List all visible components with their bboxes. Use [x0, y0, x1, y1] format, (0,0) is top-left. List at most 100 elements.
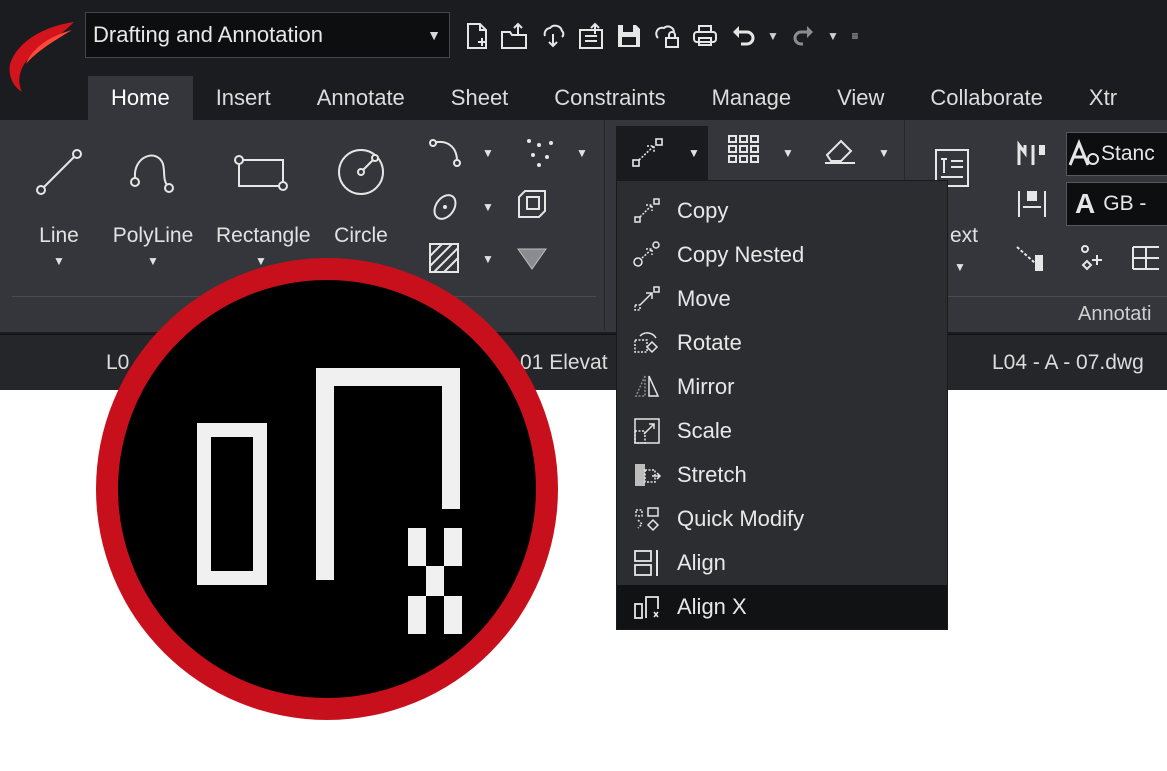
panel-separator	[604, 120, 605, 330]
mirror-icon	[623, 365, 671, 409]
quick-access-toolbar: ▼ ▼ ≡	[460, 16, 864, 56]
chevron-down-icon: ▼	[427, 27, 441, 43]
menu-item-mirror[interactable]: Mirror	[617, 365, 947, 409]
align-x-icon	[197, 368, 462, 634]
smart-leader-icon[interactable]	[1070, 238, 1114, 278]
eraser-icon[interactable]	[818, 130, 862, 170]
save-icon[interactable]	[612, 18, 646, 54]
new-file-icon[interactable]	[460, 18, 494, 54]
chevron-down-icon[interactable]: ▼	[878, 146, 890, 160]
menu-item-label: Align X	[677, 594, 747, 619]
menu-item-label: Scale	[677, 418, 733, 443]
menu-item-copy[interactable]: Copy	[617, 189, 947, 233]
modify-copy-split-button[interactable]: ▼	[616, 126, 708, 180]
rotate-icon	[623, 321, 671, 365]
menu-item-align-x[interactable]: Align X	[617, 585, 947, 629]
menu-item-label: Rotate	[677, 330, 742, 355]
chevron-down-icon[interactable]: ▼	[482, 252, 494, 266]
region-icon[interactable]	[510, 184, 554, 224]
text-label: ext	[950, 224, 979, 247]
panel-divider	[914, 296, 1167, 297]
magnified-icon-background	[118, 280, 536, 698]
menu-item-move[interactable]: Move	[617, 277, 947, 321]
copy-icon	[632, 138, 663, 167]
line-button[interactable]: Line ▼	[14, 142, 104, 272]
magnified-icon-callout	[96, 258, 558, 720]
rectangle-label: Rectangle	[216, 224, 311, 247]
chevron-down-icon[interactable]: ▼	[482, 200, 494, 214]
dimension-style-select[interactable]: A GB -	[1066, 182, 1167, 226]
open-file-icon[interactable]	[498, 18, 532, 54]
undo-icon[interactable]	[726, 18, 760, 54]
menu-item-rotate[interactable]: Rotate	[617, 321, 947, 365]
circle-button[interactable]: Circle	[316, 142, 406, 272]
redo-icon[interactable]	[786, 18, 820, 54]
tab-manage[interactable]: Manage	[689, 76, 815, 120]
menu-item-label: Align	[677, 550, 726, 575]
text-style-icon[interactable]	[1010, 134, 1054, 174]
tab-annotate[interactable]: Annotate	[294, 76, 428, 120]
redo-dropdown-icon[interactable]: ▼	[824, 29, 842, 43]
polyline-icon	[130, 154, 174, 193]
tab-constraints[interactable]: Constraints	[531, 76, 688, 120]
chevron-down-icon: ▼	[688, 146, 700, 160]
file-tab[interactable]: L04 - A - 07.dwg	[992, 335, 1144, 390]
dimension-style-icon[interactable]	[1010, 184, 1054, 224]
menu-item-quick-modify[interactable]: Quick Modify	[617, 497, 947, 541]
points-icon[interactable]	[518, 132, 562, 172]
text-style-value: Stanc	[1101, 142, 1155, 165]
tab-sheet[interactable]: Sheet	[428, 76, 532, 120]
menu-item-label: Move	[677, 286, 731, 311]
tab-xtra[interactable]: Xtr	[1066, 76, 1140, 120]
export-icon[interactable]	[574, 18, 608, 54]
workspace-label: Drafting and Annotation	[93, 22, 323, 47]
customize-toolbar-icon[interactable]: ≡	[846, 29, 864, 43]
menu-item-copy-nested[interactable]: Copy Nested	[617, 233, 947, 277]
modify-dropdown-menu: Copy Copy Nested Move Rotate Mirror Scal…	[616, 180, 948, 630]
line-label: Line	[39, 224, 79, 247]
chevron-down-icon[interactable]: ▼	[954, 260, 966, 274]
quick-modify-icon	[623, 497, 671, 541]
chevron-down-icon[interactable]: ▼	[14, 254, 104, 268]
print-icon[interactable]	[688, 18, 722, 54]
chevron-down-icon[interactable]: ▼	[576, 146, 588, 160]
menu-item-align[interactable]: Align	[617, 541, 947, 585]
ribbon-panel: Line ▼ PolyLine ▼ Rectangle ▼ Circle ▼ ▼	[0, 120, 1167, 332]
hatch-icon[interactable]	[422, 238, 466, 278]
chevron-down-icon[interactable]: ▼	[482, 146, 494, 160]
file-tab[interactable]: 01 Elevat	[520, 335, 608, 390]
dimension-style-glyph: A	[1075, 188, 1096, 219]
menu-item-scale[interactable]: Scale	[617, 409, 947, 453]
leader-icon[interactable]	[1010, 238, 1054, 278]
array-icon[interactable]	[722, 130, 766, 170]
cloud-icon[interactable]	[536, 18, 570, 54]
menu-item-label: Mirror	[677, 374, 735, 399]
align-icon	[623, 541, 671, 585]
tab-collaborate[interactable]: Collaborate	[907, 76, 1066, 120]
polyline-label: PolyLine	[112, 224, 194, 247]
tab-insert[interactable]: Insert	[193, 76, 294, 120]
menu-item-label: Copy	[677, 198, 729, 223]
polyline-button[interactable]: PolyLine ▼	[108, 142, 198, 272]
tab-home[interactable]: Home	[88, 76, 193, 120]
table-icon[interactable]	[1124, 238, 1167, 278]
arc-icon[interactable]	[424, 132, 468, 172]
chevron-down-icon[interactable]: ▼	[108, 254, 198, 268]
wipeout-icon[interactable]	[510, 238, 554, 278]
stretch-icon	[623, 453, 671, 497]
cloud-lock-icon[interactable]	[650, 18, 684, 54]
chevron-down-icon[interactable]: ▼	[782, 146, 794, 160]
text-style-select[interactable]: Stanc	[1066, 132, 1167, 176]
rectangle-icon	[234, 155, 288, 191]
ellipse-icon[interactable]	[424, 186, 468, 226]
text-style-icon	[1068, 139, 1099, 166]
workspace-dropdown[interactable]: Drafting and Annotation ▼	[85, 12, 450, 58]
undo-dropdown-icon[interactable]: ▼	[764, 29, 782, 43]
copy-icon	[623, 189, 671, 233]
tab-view[interactable]: View	[814, 76, 907, 120]
app-logo[interactable]	[6, 20, 76, 96]
rectangle-button[interactable]: Rectangle ▼	[216, 142, 311, 272]
menu-item-label: Stretch	[677, 462, 747, 487]
menu-item-stretch[interactable]: Stretch	[617, 453, 947, 497]
menu-item-label: Copy Nested	[677, 242, 805, 267]
